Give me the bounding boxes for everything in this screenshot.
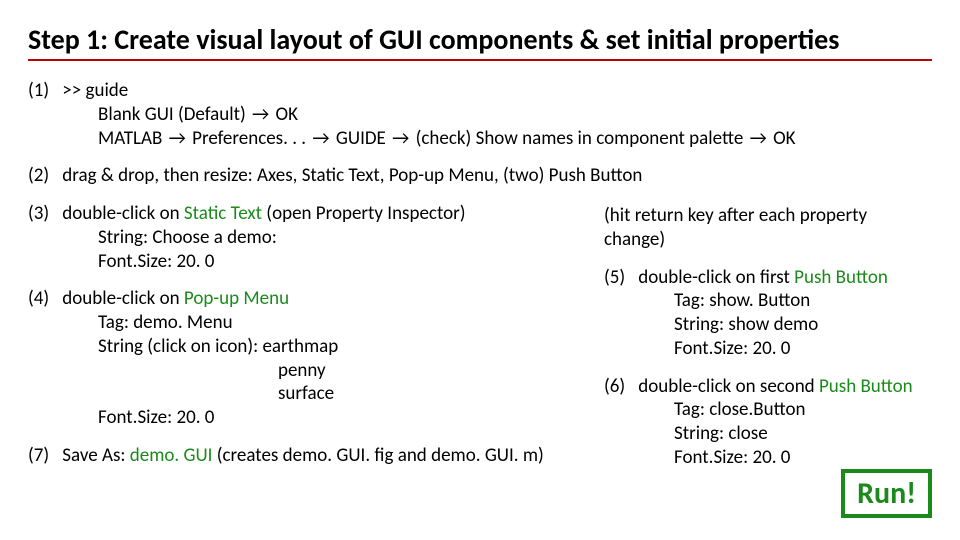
step-7: (7) Save As: demo. GUI (creates demo. GU… <box>28 444 568 468</box>
note-return-key: (hit return key after each property chan… <box>604 204 932 252</box>
step7-l1a: Save As: <box>62 444 129 467</box>
step3-l1a: double-click on <box>62 202 184 225</box>
popup-menu-label: Pop-up Menu <box>184 287 289 310</box>
step-num-7: (7) <box>28 444 58 468</box>
step1-l3d: (check) Show names in component palette <box>411 127 747 150</box>
step-num-1: (1) <box>28 79 58 103</box>
page-title: Step 1: Create visual layout of GUI comp… <box>28 22 932 61</box>
step1-line1: >> guide <box>62 79 128 102</box>
step-num-4: (4) <box>28 287 58 311</box>
step7-l1c: (creates demo. GUI. fig and demo. GUI. m… <box>212 444 543 467</box>
step6-l2: Tag: close.Button <box>604 398 932 422</box>
step1-l3c: GUIDE <box>332 127 391 150</box>
step-4: (4) double-click on Pop-up Menu Tag: dem… <box>28 287 568 430</box>
step6-l4: Font.Size: 20. 0 <box>604 446 932 470</box>
step4-l5: surface <box>28 382 568 406</box>
step2-text: drag & drop, then resize: Axes, Static T… <box>62 164 642 187</box>
step6-l3: String: close <box>604 422 932 446</box>
step4-l3: String (click on icon): earthmap <box>28 335 568 359</box>
step5-l3: String: show demo <box>604 313 932 337</box>
step1-l2a: Blank GUI (Default) <box>98 103 250 126</box>
run-button[interactable]: Run! <box>841 469 932 519</box>
step4-l4: penny <box>28 359 568 383</box>
step5-l2: Tag: show. Button <box>604 289 932 313</box>
step1-l3a: MATLAB <box>98 127 167 150</box>
step-num-3: (3) <box>28 202 58 226</box>
step6-l1a: double-click on second <box>638 375 819 398</box>
step-num-5: (5) <box>604 266 634 290</box>
step-3: (3) double-click on Static Text (open Pr… <box>28 202 568 273</box>
step5-l4: Font.Size: 20. 0 <box>604 337 932 361</box>
static-text-label: Static Text <box>184 202 262 225</box>
step1-l2b: OK <box>271 103 298 126</box>
demo-gui-label: demo. GUI <box>130 444 213 467</box>
arrow-icon: → <box>748 127 769 150</box>
step1-l3b: Preferences. . . <box>188 127 311 150</box>
arrow-icon: → <box>250 103 271 126</box>
step3-l2: String: Choose a demo: <box>28 226 568 250</box>
step-2: (2) drag & drop, then resize: Axes, Stat… <box>28 164 932 188</box>
step-5: (5) double-click on first Push Button Ta… <box>604 266 932 361</box>
step1-l3e: OK <box>769 127 796 150</box>
step4-l1a: double-click on <box>62 287 184 310</box>
step4-l2: Tag: demo. Menu <box>28 311 568 335</box>
arrow-icon: → <box>167 127 188 150</box>
arrow-icon: → <box>390 127 411 150</box>
step5-l1a: double-click on first <box>638 266 794 289</box>
arrow-icon: → <box>310 127 331 150</box>
step-num-2: (2) <box>28 164 58 188</box>
step3-l1c: (open Property Inspector) <box>262 202 466 225</box>
step-6: (6) double-click on second Push Button T… <box>604 375 932 470</box>
step4-l6: Font.Size: 20. 0 <box>28 406 568 430</box>
push-button-label: Push Button <box>794 266 888 289</box>
step-1: (1) >> guide Blank GUI (Default) → OK MA… <box>28 79 932 150</box>
step-num-6: (6) <box>604 375 634 399</box>
step3-l3: Font.Size: 20. 0 <box>28 250 568 274</box>
push-button-label: Push Button <box>819 375 913 398</box>
